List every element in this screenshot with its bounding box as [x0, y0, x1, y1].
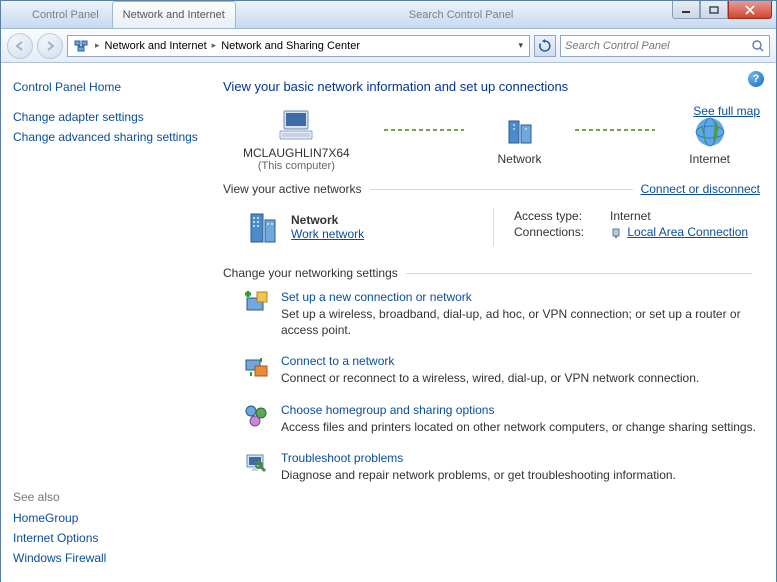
active-network-details: Access type: Internet Connections: Local… — [493, 208, 760, 246]
internet-label: Internet — [689, 152, 730, 166]
main-panel: ? View your basic network information an… — [211, 63, 776, 582]
arrow-left-icon — [14, 40, 26, 52]
titlebar-tab[interactable]: Search Control Panel — [398, 1, 525, 28]
computer-name: MCLAUGHLIN7X64 — [243, 146, 350, 160]
tab-label: Network and Internet — [123, 9, 225, 21]
section-label: Change your networking settings — [223, 266, 398, 280]
breadcrumb-chevron-icon[interactable]: ▸ — [209, 40, 220, 51]
tab-label: Search Control Panel — [409, 9, 514, 21]
network-name: Network — [291, 213, 364, 227]
network-device-icon — [498, 114, 542, 150]
breadcrumb-chevron-icon[interactable]: ▸ — [92, 40, 103, 51]
connect-network-item[interactable]: Connect to a network Connect or reconnec… — [243, 354, 760, 386]
setup-connection-item[interactable]: Set up a new connection or network Set u… — [243, 290, 760, 338]
ethernet-icon — [610, 227, 622, 239]
netmap-connector-icon — [384, 129, 464, 131]
seealso-internet-options[interactable]: Internet Options — [13, 528, 199, 548]
see-full-map-link[interactable]: See full map — [693, 104, 760, 118]
divider — [406, 273, 752, 274]
settings-item-desc: Set up a wireless, broadband, dial-up, a… — [281, 306, 760, 338]
connect-network-icon — [243, 354, 269, 380]
globe-icon — [689, 114, 730, 150]
tab-label: Control Panel — [32, 9, 99, 21]
network-type-link[interactable]: Work network — [291, 227, 364, 241]
active-network-identity: Network Work network — [243, 208, 493, 246]
search-icon — [751, 39, 765, 53]
titlebar[interactable]: Control Panel Network and Internet Searc… — [1, 1, 776, 29]
sidebar-seealso: See also HomeGroup Internet Options Wind… — [13, 490, 199, 568]
sidebar-link-adapter[interactable]: Change adapter settings — [13, 107, 199, 127]
titlebar-tab[interactable]: Control Panel — [21, 1, 110, 28]
network-sharing-icon — [73, 38, 89, 54]
content-body: Control Panel Home Change adapter settin… — [1, 63, 776, 582]
address-dropdown-icon[interactable]: ▾ — [514, 40, 527, 51]
settings-item-title: Troubleshoot problems — [281, 451, 676, 465]
window: Control Panel Network and Internet Searc… — [0, 0, 777, 581]
change-settings-header: Change your networking settings — [223, 266, 760, 280]
troubleshoot-icon — [243, 451, 269, 477]
connections-key: Connections: — [514, 225, 604, 239]
homegroup-item[interactable]: Choose homegroup and sharing options Acc… — [243, 403, 760, 435]
netmap-connector-icon — [575, 129, 655, 131]
settings-item-desc: Access files and printers located on oth… — [281, 419, 756, 435]
window-controls — [672, 1, 772, 19]
settings-item-desc: Connect or reconnect to a wireless, wire… — [281, 370, 699, 386]
divider — [370, 189, 633, 190]
close-button[interactable] — [728, 1, 772, 19]
sidebar: Control Panel Home Change adapter settin… — [1, 63, 211, 582]
homegroup-icon — [243, 403, 269, 429]
page-title: View your basic network information and … — [223, 79, 760, 94]
breadcrumb-segment[interactable]: Network and Internet — [103, 40, 209, 52]
connection-link[interactable]: Local Area Connection — [627, 225, 748, 239]
active-network-row: Network Work network Access type: Intern… — [223, 204, 760, 260]
troubleshoot-item[interactable]: Troubleshoot problems Diagnose and repai… — [243, 451, 760, 483]
breadcrumb-segment[interactable]: Network and Sharing Center — [219, 40, 362, 52]
section-label: View your active networks — [223, 182, 362, 196]
maximize-button[interactable] — [700, 1, 728, 19]
help-icon[interactable]: ? — [748, 71, 764, 87]
titlebar-tab[interactable]: Network and Internet — [112, 1, 236, 28]
seealso-homegroup[interactable]: HomeGroup — [13, 508, 199, 528]
refresh-button[interactable] — [534, 35, 556, 57]
active-networks-header: View your active networks Connect or dis… — [223, 182, 760, 196]
seealso-firewall[interactable]: Windows Firewall — [13, 548, 199, 568]
toolbar: ▸ Network and Internet ▸ Network and Sha… — [1, 29, 776, 63]
netmap-internet: Internet — [689, 114, 730, 166]
computer-sublabel: (This computer) — [243, 160, 350, 172]
minimize-button[interactable] — [672, 1, 700, 19]
setup-connection-icon — [243, 290, 269, 316]
netmap-network: Network — [498, 114, 542, 166]
titlebar-tabs: Control Panel Network and Internet Searc… — [21, 1, 524, 28]
access-type-key: Access type: — [514, 209, 604, 223]
address-bar[interactable]: ▸ Network and Internet ▸ Network and Sha… — [67, 35, 530, 57]
control-panel-home-link[interactable]: Control Panel Home — [13, 77, 199, 97]
network-label: Network — [498, 152, 542, 166]
seealso-label: See also — [13, 490, 199, 504]
settings-item-title: Set up a new connection or network — [281, 290, 760, 304]
access-type-value: Internet — [610, 209, 651, 223]
settings-item-title: Choose homegroup and sharing options — [281, 403, 756, 417]
settings-list: Set up a new connection or network Set u… — [223, 288, 760, 483]
connect-disconnect-link[interactable]: Connect or disconnect — [641, 182, 760, 196]
sidebar-link-advanced-sharing[interactable]: Change advanced sharing settings — [13, 127, 199, 147]
search-box[interactable] — [560, 35, 770, 57]
computer-icon — [243, 108, 350, 144]
search-input[interactable] — [565, 40, 751, 52]
arrow-right-icon — [44, 40, 56, 52]
settings-item-desc: Diagnose and repair network problems, or… — [281, 467, 676, 483]
network-building-icon — [243, 208, 281, 246]
nav-back-button[interactable] — [7, 33, 33, 59]
nav-forward-button[interactable] — [37, 33, 63, 59]
network-map: See full map MCLAUGHLIN7X64 (This comput… — [223, 108, 760, 172]
refresh-icon — [538, 39, 552, 53]
settings-item-title: Connect to a network — [281, 354, 699, 368]
netmap-computer: MCLAUGHLIN7X64 (This computer) — [243, 108, 350, 172]
